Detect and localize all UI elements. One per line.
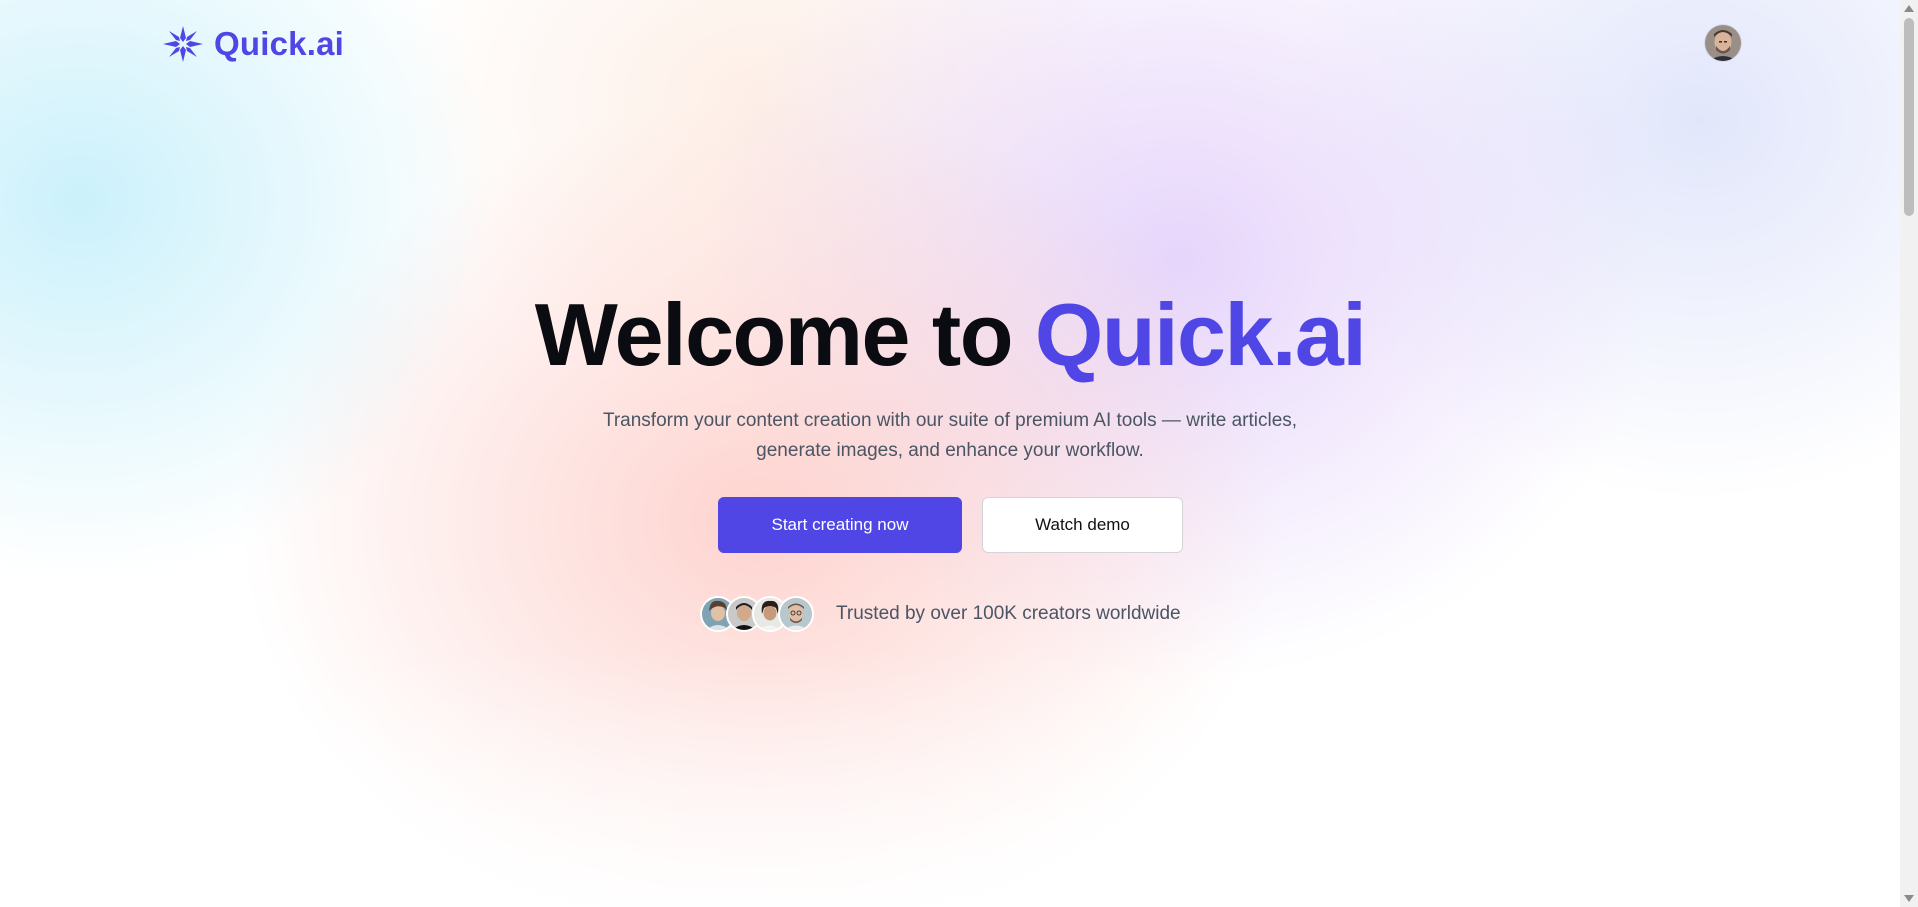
scroll-down-icon[interactable] bbox=[1904, 895, 1914, 902]
hero-subtitle: Transform your content creation with our… bbox=[602, 410, 1298, 461]
creator-avatars bbox=[700, 596, 814, 632]
hero-title: Welcome to Quick.ai bbox=[0, 282, 1900, 388]
user-avatar-image bbox=[1705, 25, 1741, 61]
vertical-scrollbar[interactable] bbox=[1900, 0, 1918, 907]
logo-text: Quick.ai bbox=[214, 25, 344, 62]
brand-logo[interactable]: Quick.ai bbox=[160, 24, 344, 64]
landing-page: Quick.ai Welcome to Quick.ai Transform y… bbox=[0, 0, 1918, 907]
social-proof: Trusted by over 100K creators worldwide bbox=[700, 594, 1181, 634]
scroll-thumb[interactable] bbox=[1904, 18, 1914, 216]
start-creating-button[interactable]: Start creating now bbox=[718, 497, 962, 553]
trusted-text: Trusted by over 100K creators worldwide bbox=[836, 603, 1181, 624]
hero-title-accent: Quick.ai bbox=[1034, 285, 1367, 384]
hero-title-prefix: Welcome to bbox=[534, 285, 1035, 384]
scroll-up-icon[interactable] bbox=[1904, 5, 1914, 12]
sparkle-star-icon bbox=[163, 26, 203, 62]
background-fade bbox=[0, 647, 1918, 907]
creator-avatar bbox=[778, 596, 814, 632]
top-header: Quick.ai bbox=[0, 0, 1900, 88]
user-avatar[interactable] bbox=[1705, 25, 1741, 61]
watch-demo-button[interactable]: Watch demo bbox=[982, 497, 1183, 553]
